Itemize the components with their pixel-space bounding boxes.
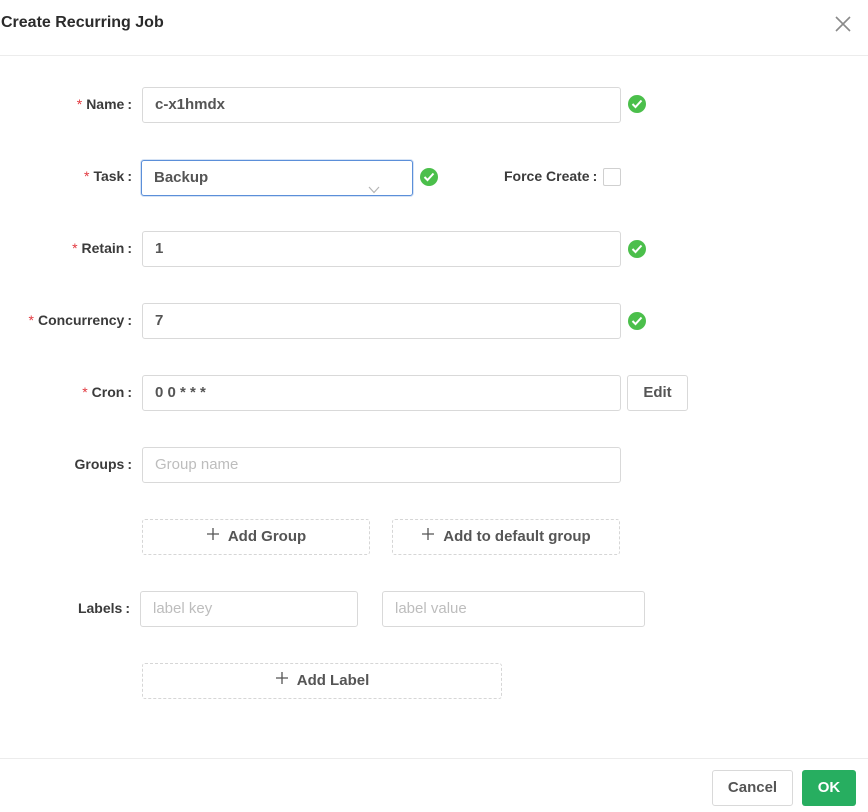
concurrency-input[interactable]: 7: [142, 303, 621, 339]
add-default-group-button[interactable]: Add to default group: [392, 519, 620, 555]
labels-label: Labels:: [78, 600, 130, 616]
concurrency-label: * Concurrency:: [29, 312, 132, 328]
task-select-value: Backup: [154, 169, 209, 186]
required-mark: *: [28, 312, 34, 328]
required-mark: *: [82, 384, 88, 400]
labels-label-text: Labels: [77, 600, 123, 616]
task-select[interactable]: Backup: [141, 160, 413, 196]
task-label: * Task:: [84, 168, 132, 184]
colon: :: [127, 384, 132, 400]
chevron-down-icon: [368, 173, 380, 195]
groups-label: Groups:: [75, 456, 132, 472]
retain-input[interactable]: 1: [142, 231, 621, 267]
required-mark: *: [76, 96, 83, 112]
groups-label-text: Groups: [74, 456, 125, 472]
label-value-input[interactable]: label value: [382, 591, 645, 627]
cron-edit-button[interactable]: Edit: [627, 375, 688, 411]
group-name-input[interactable]: Group name: [142, 447, 621, 483]
cron-input[interactable]: 0 0 * * *: [142, 375, 621, 411]
check-circle-icon: [420, 168, 438, 186]
close-icon[interactable]: [833, 14, 853, 34]
dialog-title: Create Recurring Job: [1, 14, 164, 31]
add-group-label: Add Group: [227, 528, 307, 545]
task-label-text: Task: [93, 168, 125, 184]
label-key-input[interactable]: label key: [140, 591, 358, 627]
force-create-checkbox[interactable]: [603, 168, 621, 186]
colon: :: [127, 168, 132, 184]
colon: :: [127, 312, 132, 328]
name-label: * Name:: [77, 96, 132, 112]
concurrency-label-text: Concurrency: [37, 312, 125, 328]
retain-label: * Retain:: [72, 240, 132, 256]
cron-label-text: Cron: [91, 384, 125, 400]
colon: :: [592, 168, 598, 184]
check-circle-icon: [628, 95, 646, 113]
name-label-text: Name: [86, 96, 125, 112]
force-create-label: Force Create:: [504, 168, 597, 184]
retain-label-text: Retain: [81, 240, 125, 256]
name-input[interactable]: c-x1hmdx: [142, 87, 621, 123]
add-default-group-label: Add to default group: [443, 528, 591, 545]
required-mark: *: [84, 168, 90, 184]
plus-icon: [421, 520, 435, 554]
add-label-text: Add Label: [296, 672, 370, 689]
add-label-button[interactable]: Add Label: [142, 663, 502, 699]
colon: :: [127, 96, 132, 112]
required-mark: *: [72, 240, 78, 256]
cron-label: * Cron:: [82, 384, 132, 400]
plus-icon: [275, 664, 289, 698]
add-group-button[interactable]: Add Group: [142, 519, 370, 555]
colon: :: [127, 240, 132, 256]
header-divider: [0, 55, 868, 56]
cancel-button[interactable]: Cancel: [712, 770, 793, 806]
check-circle-icon: [628, 312, 646, 330]
ok-button[interactable]: OK: [802, 770, 856, 806]
force-create-label-text: Force Create: [504, 168, 590, 184]
colon: :: [125, 600, 130, 616]
plus-icon: [206, 520, 220, 554]
check-circle-icon: [628, 240, 646, 258]
colon: :: [127, 456, 132, 472]
footer-divider: [0, 758, 868, 759]
